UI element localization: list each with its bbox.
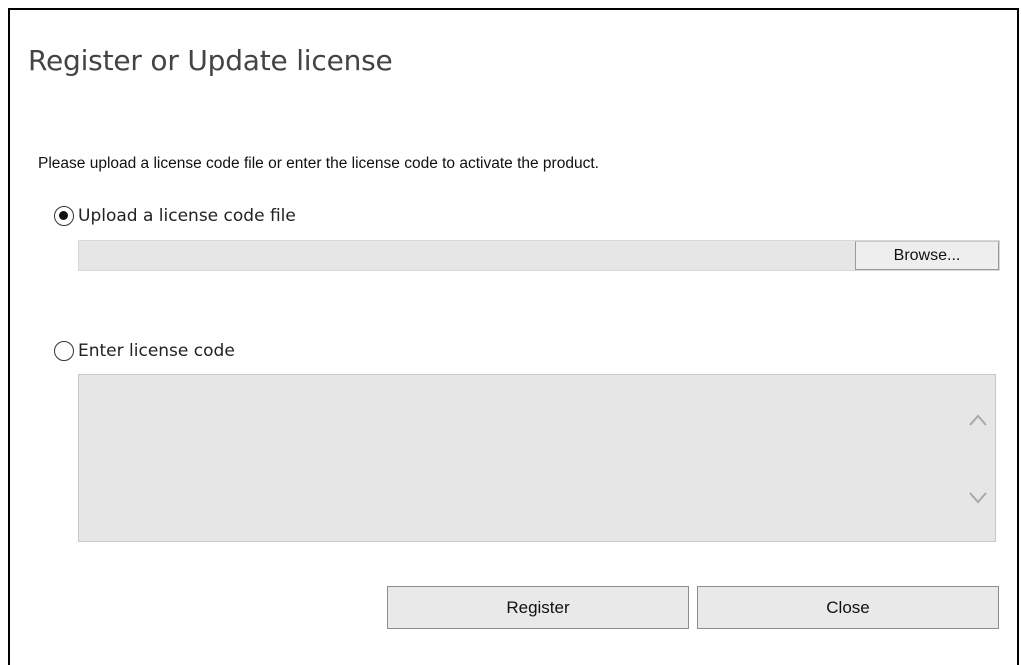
chevron-down-icon[interactable] <box>965 483 991 513</box>
license-file-field[interactable]: Browse... <box>78 240 1000 271</box>
upload-file-label: Upload a license code file <box>78 206 296 226</box>
license-file-path[interactable] <box>79 241 853 270</box>
register-button[interactable]: Register <box>387 586 689 629</box>
close-button[interactable]: Close <box>697 586 999 629</box>
instruction-text: Please upload a license code file or ent… <box>38 155 599 172</box>
option-enter-code[interactable]: Enter license code <box>54 341 235 361</box>
chevron-up-icon[interactable] <box>965 405 991 435</box>
license-code-text[interactable] <box>79 375 959 541</box>
option-upload-file[interactable]: Upload a license code file <box>54 206 296 226</box>
dialog-title: Register or Update license <box>28 44 393 77</box>
browse-button[interactable]: Browse... <box>855 241 999 270</box>
enter-code-label: Enter license code <box>78 341 235 361</box>
license-code-textarea[interactable] <box>78 374 996 542</box>
enter-code-radio[interactable] <box>54 341 74 361</box>
register-license-dialog: Register or Update license Please upload… <box>8 8 1019 665</box>
license-code-scrollbar[interactable] <box>961 375 995 541</box>
upload-file-radio[interactable] <box>54 206 74 226</box>
